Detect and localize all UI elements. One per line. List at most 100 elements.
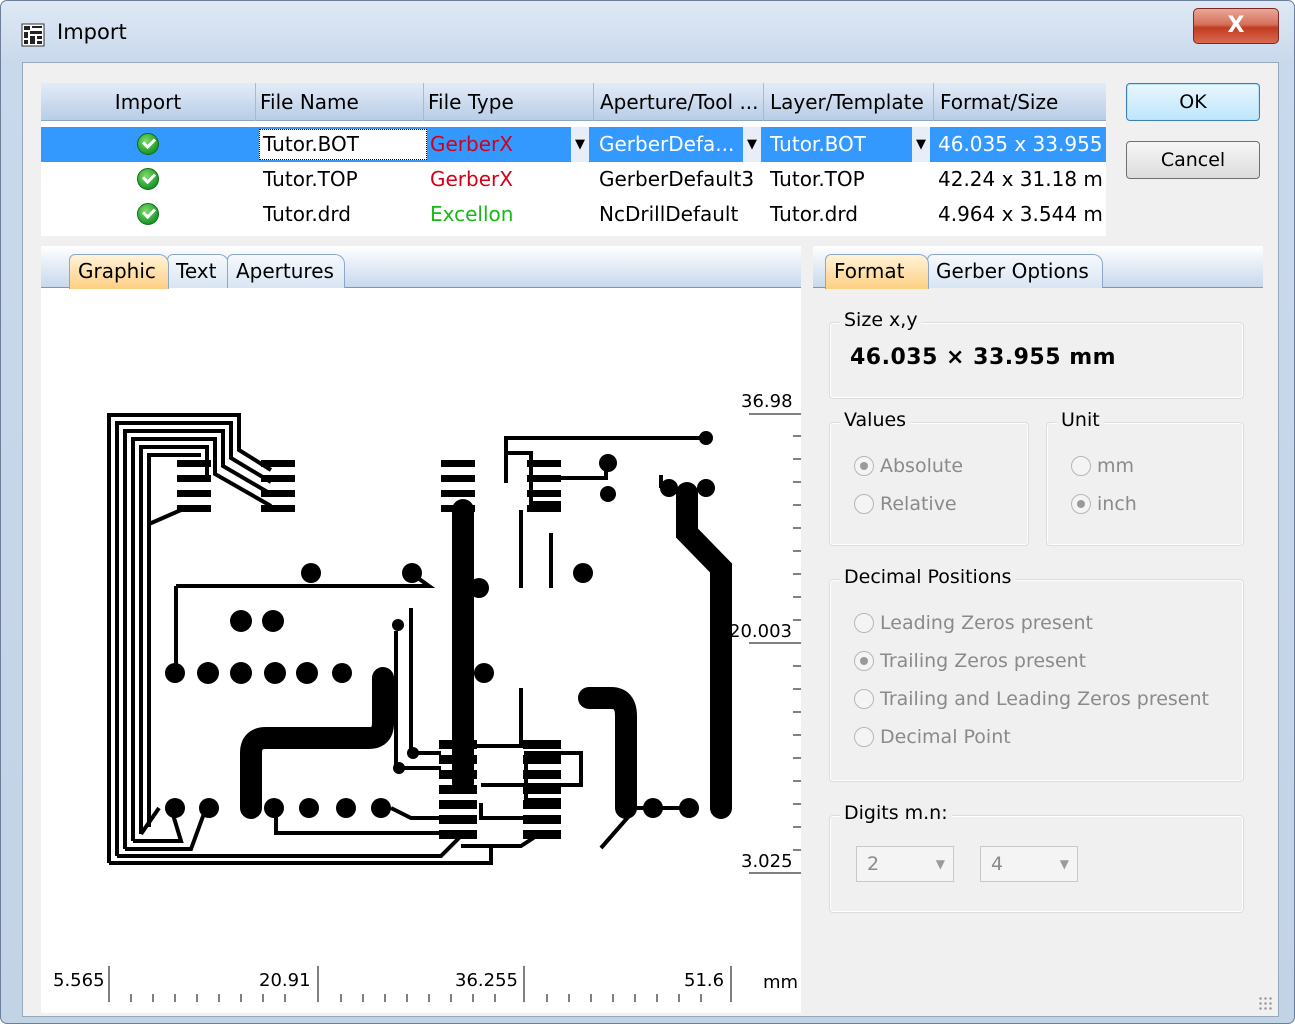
x-label-2: 20.91 [259, 970, 311, 991]
relative-radio[interactable]: Relative [854, 493, 957, 515]
digits-m-value: 2 [867, 853, 880, 875]
graphic-preview[interactable]: 36.98 20.003 3.025 5.565 20.91 36.255 51… [41, 288, 801, 1013]
column-header-format-size[interactable]: Format/Size [934, 83, 1106, 121]
file-type-cell[interactable]: GerberX [427, 127, 567, 162]
x-axis-ticks [108, 966, 732, 1002]
digits-n-select[interactable]: 4 ▼ [980, 846, 1078, 882]
trailing-leading-radio[interactable]: Trailing and Leading Zeros present [854, 688, 1209, 710]
radio-selected-icon[interactable] [854, 651, 874, 671]
relative-label: Relative [880, 493, 957, 515]
aperture-cell[interactable]: NcDrillDefault [596, 197, 761, 232]
size-cell: 46.035 x 33.955 ... [938, 132, 1103, 156]
check-icon[interactable] [137, 203, 159, 225]
trailing-zeros-radio[interactable]: Trailing Zeros present [854, 650, 1086, 672]
column-header-layer[interactable]: Layer/Template [764, 83, 934, 121]
unit-group: Unit mm inch [1046, 409, 1244, 546]
dialog-body: Import File Name File Type Aperture/Tool… [22, 62, 1279, 1017]
tab-format[interactable]: Format [825, 254, 929, 289]
radio-selected-icon[interactable] [854, 456, 874, 476]
table-header: Import File Name File Type Aperture/Tool… [41, 83, 1106, 121]
layer-cell[interactable]: Tutor.TOP [767, 162, 932, 197]
close-icon: X [1227, 13, 1245, 38]
unit-title: Unit [1057, 409, 1104, 431]
table-row[interactable]: Tutor.TOP GerberX GerberDefault3 Tutor.T… [41, 162, 1106, 197]
radio-icon[interactable] [854, 613, 874, 633]
right-tab-strip: Format Gerber Options [813, 246, 1263, 289]
column-header-import[interactable]: Import [41, 83, 256, 121]
x-label-3: 36.255 [455, 970, 518, 991]
mm-radio[interactable]: mm [1071, 455, 1134, 477]
y-label-bottom: 3.025 [741, 851, 793, 872]
check-icon[interactable] [137, 168, 159, 190]
inch-radio[interactable]: inch [1071, 493, 1137, 515]
values-group: Values Absolute Relative [829, 409, 1029, 546]
decimal-point-label: Decimal Point [880, 726, 1011, 748]
size-cell: 42.24 x 31.18 m... [938, 167, 1103, 191]
close-button[interactable]: X [1193, 8, 1279, 44]
title-bar[interactable]: Import X [1, 1, 1294, 63]
resize-grip-icon[interactable] [1258, 996, 1272, 1010]
tab-apertures[interactable]: Apertures [227, 254, 345, 288]
check-icon[interactable] [137, 133, 159, 155]
format-panel: Size x,y 46.035 × 33.955 mm Values Absol… [813, 288, 1263, 1013]
radio-icon[interactable] [1071, 456, 1091, 476]
file-name-cell[interactable]: Tutor.TOP [260, 162, 420, 197]
file-name-cell[interactable]: Tutor.drd [260, 197, 420, 232]
absolute-label: Absolute [880, 455, 964, 477]
chevron-down-icon[interactable]: ▼ [571, 127, 589, 162]
radio-icon[interactable] [854, 689, 874, 709]
chevron-down-icon[interactable]: ▼ [743, 127, 761, 162]
ok-button[interactable]: OK [1126, 83, 1260, 121]
column-header-file-type[interactable]: File Type [424, 83, 594, 121]
chevron-down-icon[interactable]: ▼ [912, 127, 930, 162]
tab-text[interactable]: Text [167, 254, 229, 288]
values-title: Values [840, 409, 911, 431]
digits-m-select[interactable]: 2 ▼ [856, 846, 954, 882]
decimal-title: Decimal Positions [840, 566, 1016, 588]
layer-cell[interactable]: Tutor.drd [767, 197, 932, 232]
table-row[interactable]: Tutor.BOT GerberX ▼ GerberDefa... ▼ Tuto… [41, 127, 1106, 162]
y-label-top: 36.98 [741, 391, 793, 412]
size-cell: 4.964 x 3.544 m... [938, 202, 1103, 226]
file-type-cell[interactable]: Excellon [427, 197, 587, 232]
pcb-preview: 36.98 20.003 3.025 5.565 20.91 36.255 51… [53, 391, 801, 1002]
pcb-wide-traces [240, 482, 732, 819]
size-title: Size x,y [840, 309, 922, 331]
x-label-4: 51.6 [684, 970, 724, 991]
digits-group: Digits m.n: 2 ▼ 4 ▼ [829, 802, 1244, 913]
aperture-cell[interactable]: GerberDefa... [596, 127, 744, 162]
digits-title: Digits m.n: [840, 802, 952, 824]
leading-label: Leading Zeros present [880, 612, 1093, 634]
y-label-mid: 20.003 [729, 621, 792, 642]
digits-n-value: 4 [991, 853, 1004, 875]
radio-selected-icon[interactable] [1071, 494, 1091, 514]
size-group: Size x,y 46.035 × 33.955 mm [829, 309, 1244, 399]
mm-label: mm [1097, 455, 1135, 477]
window-title: Import [57, 20, 127, 44]
layer-cell[interactable]: Tutor.BOT [767, 127, 907, 162]
tab-gerber-options[interactable]: Gerber Options [927, 254, 1103, 288]
x-label-1: 5.565 [53, 970, 105, 991]
radio-icon[interactable] [854, 494, 874, 514]
cancel-button[interactable]: Cancel [1126, 141, 1260, 179]
file-name-cell[interactable]: Tutor.BOT [259, 129, 427, 160]
chevron-down-icon: ▼ [935, 857, 945, 871]
unit-label: mm [763, 972, 798, 993]
import-dialog: Import X Import File Name File Type Aper… [0, 0, 1295, 1024]
trailing-leading-label: Trailing and Leading Zeros present [880, 688, 1209, 710]
absolute-radio[interactable]: Absolute [854, 455, 963, 477]
table-row[interactable]: Tutor.drd Excellon NcDrillDefault Tutor.… [41, 197, 1106, 232]
chevron-down-icon: ▼ [1059, 857, 1069, 871]
tab-graphic[interactable]: Graphic [69, 254, 169, 289]
radio-icon[interactable] [854, 727, 874, 747]
decimal-point-radio[interactable]: Decimal Point [854, 726, 1011, 748]
column-header-file-name[interactable]: File Name [256, 83, 424, 121]
decimal-positions-group: Decimal Positions Leading Zeros present … [829, 566, 1244, 782]
file-type-cell[interactable]: GerberX [427, 162, 587, 197]
trailing-label: Trailing Zeros present [880, 650, 1087, 672]
left-tab-strip: Graphic Text Apertures [41, 246, 801, 289]
aperture-cell[interactable]: GerberDefault3 [596, 162, 761, 197]
leading-zeros-radio[interactable]: Leading Zeros present [854, 612, 1093, 634]
file-table: Import File Name File Type Aperture/Tool… [41, 83, 1106, 236]
column-header-aperture[interactable]: Aperture/Tool ... [594, 83, 764, 121]
